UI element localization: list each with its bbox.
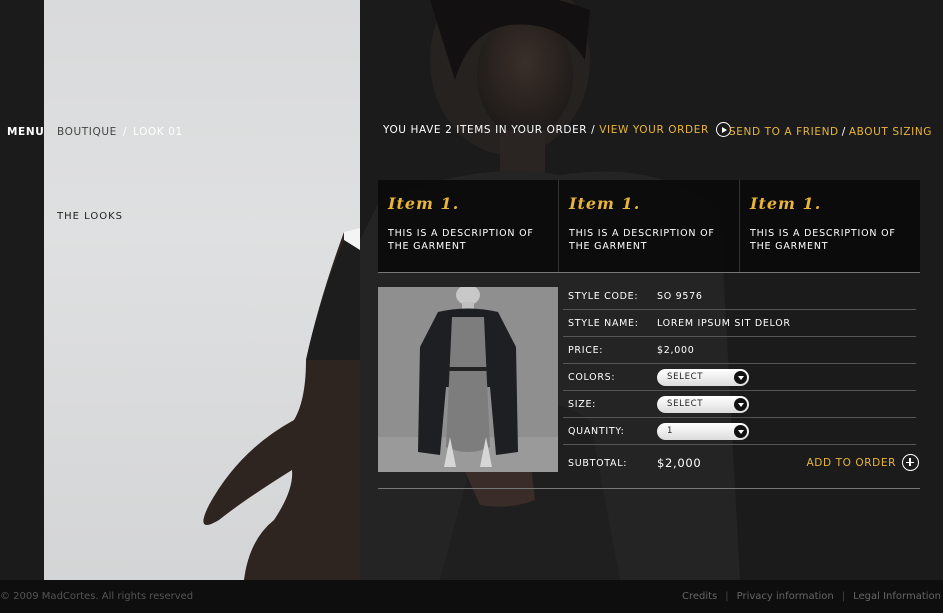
size-select-value: SELECT xyxy=(667,398,704,409)
dropdown-arrow-icon[interactable] xyxy=(734,397,747,411)
send-to-friend-link[interactable]: SEND TO A FRIEND xyxy=(729,126,839,138)
subtotal-row: SUBTOTAL: $2,000 ADD TO ORDER xyxy=(563,445,919,481)
item-description: THIS IS A DESCRIPTION OF THE GARMENT xyxy=(750,228,896,252)
items-row: Item 1. THIS IS A DESCRIPTION OF THE GAR… xyxy=(378,180,920,273)
the-looks-link[interactable]: THE LOOKS xyxy=(57,211,123,222)
footer-separator: | xyxy=(725,591,729,602)
product-details: STYLE CODE: SO 9576 STYLE NAME: LOREM IP… xyxy=(563,283,919,481)
colors-select[interactable]: SELECT xyxy=(657,368,749,386)
breadcrumb-separator: / xyxy=(122,126,128,138)
item-card[interactable]: Item 1. THIS IS A DESCRIPTION OF THE GAR… xyxy=(378,180,559,272)
style-code-label: STYLE CODE: xyxy=(568,290,639,302)
utility-separator: / xyxy=(841,126,846,138)
about-sizing-link[interactable]: ABOUT SIZING xyxy=(849,126,932,138)
divider xyxy=(378,488,920,489)
add-to-order-label: ADD TO ORDER xyxy=(806,456,896,469)
colors-row: COLORS: SELECT xyxy=(563,364,916,391)
quantity-select-value: 1 xyxy=(667,425,674,436)
footer-link-credits[interactable]: Credits xyxy=(682,591,717,602)
quantity-label: QUANTITY: xyxy=(568,425,625,437)
style-code-value: SO 9576 xyxy=(657,290,703,302)
copyright-text: © 2009 MadCortes. All rights reserved xyxy=(0,591,194,602)
breadcrumb-boutique[interactable]: BOUTIQUE xyxy=(57,126,117,138)
size-label: SIZE: xyxy=(568,398,597,410)
item-description: THIS IS A DESCRIPTION OF THE GARMENT xyxy=(388,228,534,252)
breadcrumb-current: LOOK 01 xyxy=(133,126,183,138)
colors-select-value: SELECT xyxy=(667,371,704,382)
footer: © 2009 MadCortes. All rights reserved Cr… xyxy=(0,580,943,613)
item-card[interactable]: Item 1. THIS IS A DESCRIPTION OF THE GAR… xyxy=(559,180,740,272)
subtotal-value: $2,000 xyxy=(657,456,702,470)
view-order-link[interactable]: VIEW YOUR ORDER xyxy=(599,124,709,136)
left-panel xyxy=(44,0,360,580)
item-card[interactable]: Item 1. THIS IS A DESCRIPTION OF THE GAR… xyxy=(740,180,920,272)
product-photo xyxy=(378,287,558,472)
breadcrumb: BOUTIQUE / LOOK 01 xyxy=(57,126,183,138)
utility-links: SEND TO A FRIEND / ABOUT SIZING xyxy=(729,126,932,138)
dropdown-arrow-icon[interactable] xyxy=(734,424,747,438)
item-description: THIS IS A DESCRIPTION OF THE GARMENT xyxy=(569,228,715,252)
quantity-select[interactable]: 1 xyxy=(657,422,749,440)
item-title: Item 1. xyxy=(569,194,641,213)
footer-link-privacy[interactable]: Privacy information xyxy=(737,591,834,602)
add-to-order-button[interactable]: ADD TO ORDER xyxy=(807,454,919,471)
page-stage: MENU BOUTIQUE / LOOK 01 THE LOOKS YOU HAVE… xyxy=(0,0,943,580)
plus-circle-icon[interactable] xyxy=(902,454,919,471)
footer-separator: | xyxy=(841,591,846,602)
item-title: Item 1. xyxy=(388,194,460,213)
dropdown-arrow-icon[interactable] xyxy=(734,370,747,384)
footer-link-legal[interactable]: Legal Information xyxy=(853,591,941,602)
size-select[interactable]: SELECT xyxy=(657,395,749,413)
subtotal-label: SUBTOTAL: xyxy=(568,457,628,469)
colors-label: COLORS: xyxy=(568,371,616,383)
footer-links: Credits | Privacy information | Legal In… xyxy=(682,591,941,602)
style-name-value: LOREM IPSUM SIT DELOR xyxy=(657,317,791,329)
style-code-row: STYLE CODE: SO 9576 xyxy=(563,283,916,310)
price-label: PRICE: xyxy=(568,344,604,356)
item-title: Item 1. xyxy=(750,194,822,213)
order-summary-text: YOU HAVE 2 ITEMS IN YOUR ORDER / xyxy=(383,123,596,136)
quantity-row: QUANTITY: 1 xyxy=(563,418,916,445)
price-value: $2,000 xyxy=(657,344,695,356)
order-summary: YOU HAVE 2 ITEMS IN YOUR ORDER / VIEW YO… xyxy=(383,122,731,137)
style-name-label: STYLE NAME: xyxy=(568,317,639,329)
menu-link[interactable]: MENU xyxy=(7,126,44,138)
size-row: SIZE: SELECT xyxy=(563,391,916,418)
price-row: PRICE: $2,000 xyxy=(563,337,916,364)
style-name-row: STYLE NAME: LOREM IPSUM SIT DELOR xyxy=(563,310,916,337)
